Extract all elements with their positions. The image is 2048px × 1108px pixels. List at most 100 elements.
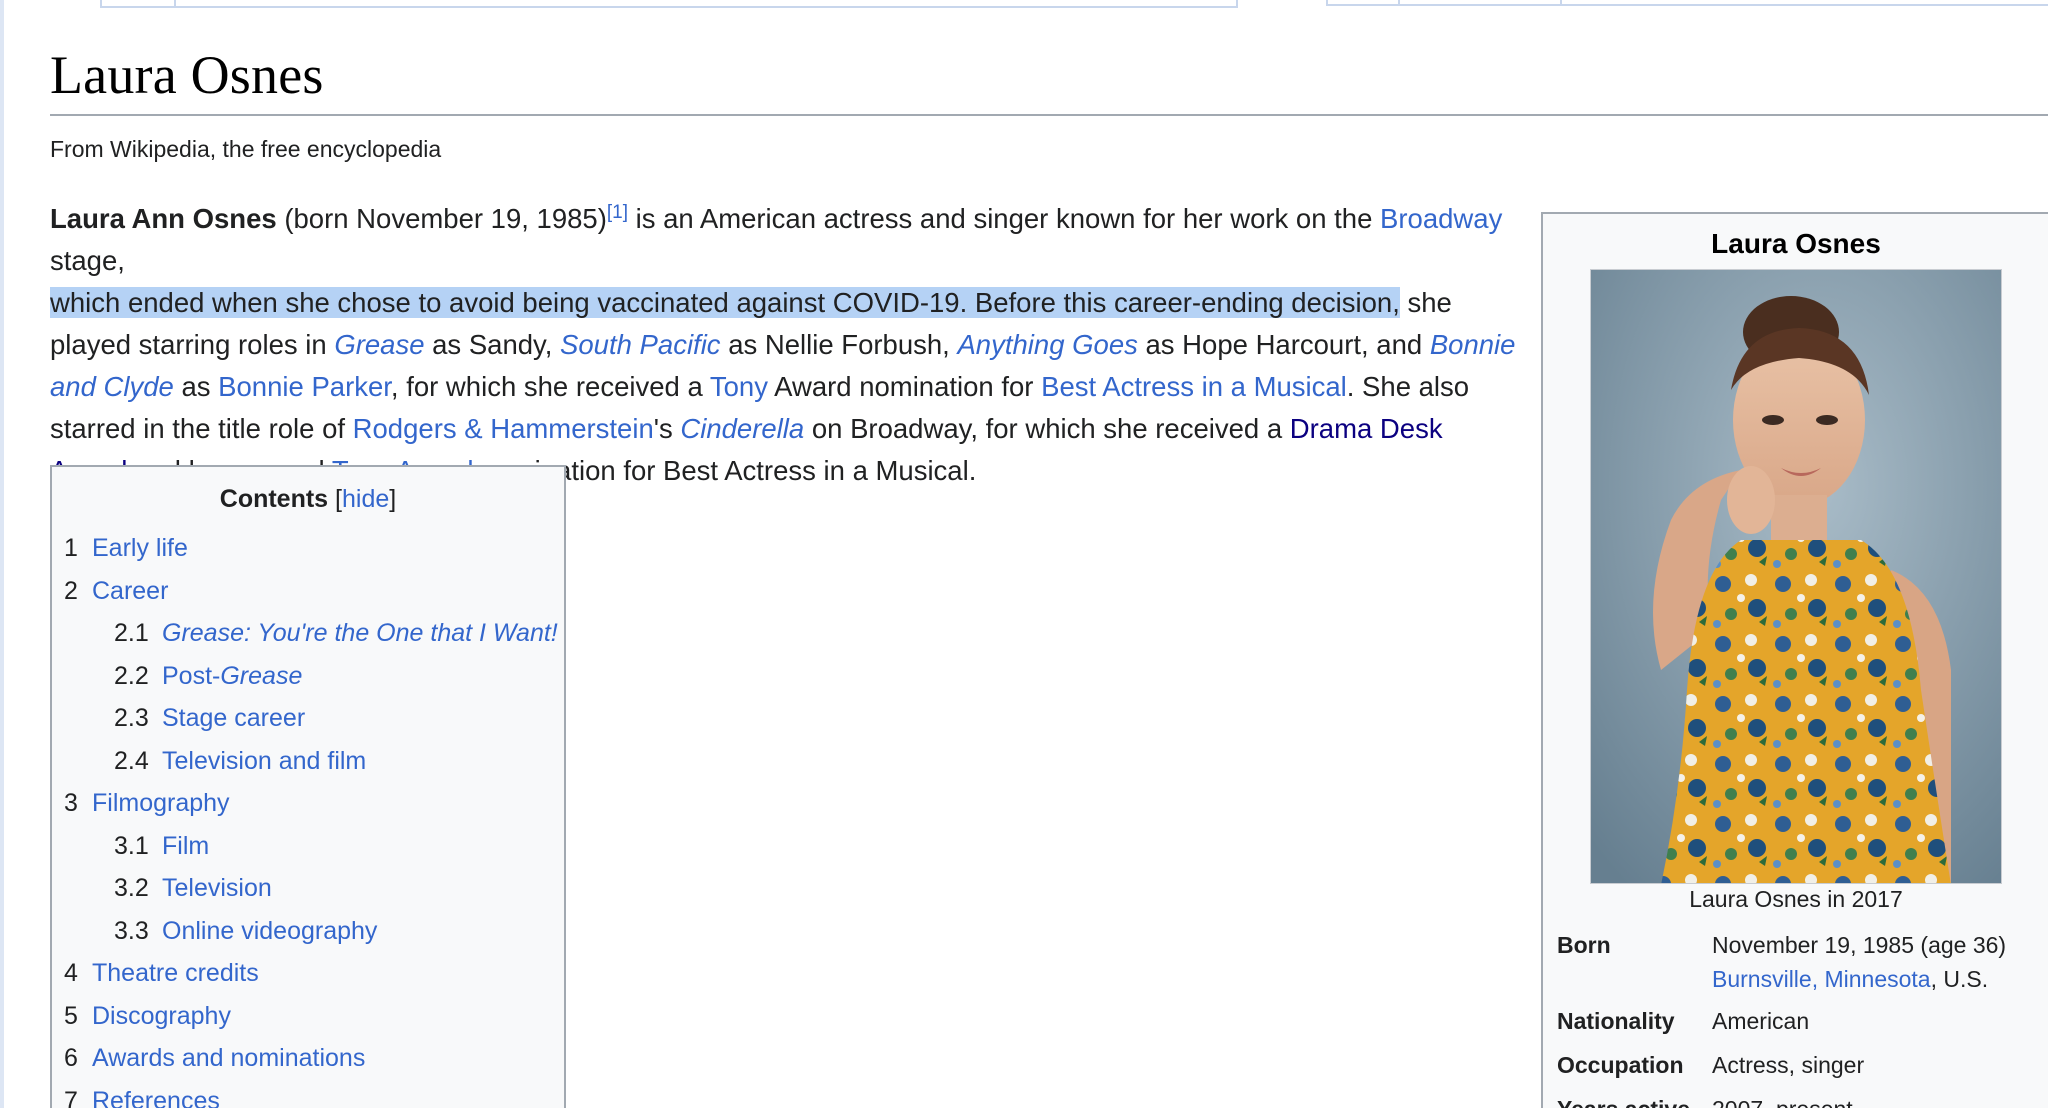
toc-number: 2.2 (114, 661, 149, 690)
link-bonnie-parker[interactable]: Bonnie Parker (218, 371, 391, 402)
toc-item[interactable]: 2.1 Grease: You're the One that I Want! (64, 612, 558, 655)
link-anything-goes[interactable]: Anything Goes (957, 329, 1137, 360)
toc-link-italic: Grease (220, 661, 303, 690)
years-active-label: Years active (1557, 1092, 1690, 1108)
toc-link[interactable]: Filmography (92, 789, 230, 817)
toc-number: 2.3 (114, 704, 149, 732)
page-tabs-left[interactable] (100, 0, 1238, 8)
toc-hide-toggle[interactable]: hide (342, 485, 389, 513)
lead-text: as Nellie Forbush, (720, 329, 958, 360)
link-cinderella[interactable]: Cinderella (680, 413, 804, 444)
toc-item[interactable]: 4 Theatre credits (64, 952, 558, 995)
years-active-value: 2007–present (1712, 1092, 2048, 1108)
lead-text: as Hope Harcourt, and (1137, 329, 1430, 360)
toc-item[interactable]: 1 Early life (64, 527, 558, 570)
toc-link[interactable]: Career (92, 577, 168, 605)
link-best-actress[interactable]: Best Actress in a Musical (1041, 371, 1347, 402)
lead-text: 's (653, 413, 681, 444)
portrait-illustration (1591, 270, 2001, 883)
toc-item[interactable]: 5 Discography (64, 995, 558, 1038)
link-rodgers-hammerstein[interactable]: Rodgers & Hammerstein (353, 413, 654, 444)
toc-link[interactable]: Early life (92, 534, 188, 562)
birthplace-country: , U.S. (1930, 966, 1989, 992)
born-label: Born (1557, 932, 1611, 958)
selected-text: which ended when she chose to avoid bein… (50, 287, 1400, 318)
toc-number: 3.1 (114, 831, 149, 860)
left-edge-rule (0, 0, 4, 1108)
page-title: Laura Osnes (50, 45, 324, 105)
toc-number: 1 (64, 534, 78, 562)
toc-number: 7 (64, 1086, 78, 1108)
subject-name: Laura Ann Osnes (50, 203, 277, 234)
toc-link[interactable]: Discography (92, 1002, 231, 1030)
title-divider (50, 114, 2048, 116)
lead-text: as Sandy, (424, 329, 561, 360)
lead-paragraph: Laura Ann Osnes (born November 19, 1985)… (50, 198, 1520, 492)
toc-item[interactable]: 3.3 Online videography (64, 910, 558, 953)
lead-text: , for which she received a (390, 371, 710, 402)
toc-number: 2.1 (114, 619, 149, 647)
tab-separator (1560, 0, 1562, 4)
born-date: November 19, 1985 (age 36) (1712, 932, 2007, 958)
occupation-value: Actress, singer (1712, 1052, 1865, 1078)
infobox: Laura Osnes Laura Osnes in 2017 Born Nov… (1541, 212, 2048, 1108)
toc-number: 2.4 (114, 746, 149, 775)
toc-item[interactable]: 2.4 Television and film (64, 740, 558, 783)
toc-link[interactable]: Theatre credits (92, 959, 259, 987)
site-tagline: From Wikipedia, the free encyclopedia (50, 136, 442, 162)
toc-link[interactable]: Stage career (162, 704, 305, 732)
lead-text: on Broadway, for which she received a (804, 413, 1290, 444)
lead-text: Award nomination for (767, 371, 1042, 402)
toc-number: 3 (64, 789, 78, 817)
toc-item[interactable]: 2.2 Post-Grease (64, 655, 558, 698)
link-broadway[interactable]: Broadway (1380, 203, 1502, 234)
lead-text: stage, (50, 245, 125, 276)
toc-link[interactable]: Television (162, 874, 272, 902)
toc-list: 1 Early life 2 Career 2.1 Grease: You're th… (64, 527, 558, 1108)
toc-title: Contents (219, 485, 329, 513)
toc-number: 4 (64, 959, 78, 987)
toc-link[interactable]: References (92, 1087, 220, 1108)
toc-item[interactable]: 3 Filmography (64, 782, 558, 825)
lead-text: is an American actress and singer known … (628, 203, 1381, 234)
portrait-photo[interactable] (1590, 269, 2002, 884)
toc-number: 2 (64, 576, 78, 605)
toc-item[interactable]: 2.3 Stage career (64, 697, 558, 740)
infobox-title: Laura Osnes (1711, 228, 1881, 259)
toc-link[interactable]: Post-Grease (162, 662, 302, 690)
toc-link[interactable]: Television and film (162, 747, 366, 775)
toc-header: Contents [hide] (52, 485, 564, 514)
lead-text: (born November 19, 1985) (276, 203, 607, 234)
lead-text: as (173, 371, 219, 402)
link-south-pacific[interactable]: South Pacific (560, 329, 721, 360)
toc-link-prefix: Post- (162, 661, 221, 690)
toc-bracket: ] (389, 485, 397, 513)
toc-item[interactable]: 3.1 Film (64, 825, 558, 868)
toc-link[interactable]: Awards and nominations (92, 1044, 365, 1072)
toc-link[interactable]: Film (162, 832, 209, 860)
page-tabs-right[interactable] (1326, 0, 2048, 6)
link-tony[interactable]: Tony (710, 371, 768, 402)
toc-item[interactable]: 6 Awards and nominations (64, 1037, 558, 1080)
occupation-label: Occupation (1557, 1052, 1684, 1078)
toc-number: 3.3 (114, 916, 149, 945)
tab-separator (174, 0, 176, 6)
toc-number: 3.2 (114, 874, 149, 902)
table-of-contents: Contents [hide] 1 Early life 2 Career 2.1 G… (50, 465, 566, 1108)
nationality-value: American (1712, 1008, 1810, 1034)
birthplace-link[interactable]: Burnsville, Minnesota (1712, 966, 1931, 992)
photo-caption: Laura Osnes in 2017 (1689, 886, 1903, 912)
toc-number: 5 (64, 1001, 78, 1030)
toc-link[interactable]: Online videography (162, 917, 377, 945)
nationality-label: Nationality (1557, 1008, 1675, 1034)
toc-item[interactable]: 2 Career (64, 570, 558, 613)
toc-item[interactable]: 3.2 Television (64, 867, 558, 910)
link-grease[interactable]: Grease (334, 329, 424, 360)
toc-link[interactable]: Grease: You're the One that I Want! (162, 619, 558, 647)
citation-link[interactable]: [1] (607, 202, 628, 223)
born-value: November 19, 1985 (age 36) Burnsville, M… (1712, 928, 2048, 996)
toc-bracket: [ (335, 485, 342, 513)
toc-item[interactable]: 7 References (64, 1080, 558, 1108)
toc-number: 6 (64, 1044, 78, 1072)
tab-separator (1398, 0, 1400, 4)
